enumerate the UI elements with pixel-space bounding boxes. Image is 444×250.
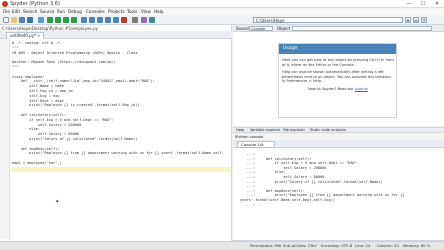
step-return-icon[interactable] [105, 17, 111, 23]
source-select[interactable]: Console [249, 26, 273, 31]
console-output[interactable]: ...: ...: def calcSalary(self): ...: if … [240, 152, 404, 207]
save-icon[interactable] [19, 17, 25, 23]
continue-icon[interactable] [113, 17, 119, 23]
status-column: Column: 20 [377, 243, 399, 248]
editor-tab-label: untitled0.py* [10, 33, 37, 38]
maximize-pane-icon[interactable] [132, 17, 138, 23]
step-icon[interactable] [89, 17, 95, 23]
status-eol: End-of-lines: CRLF [283, 243, 318, 248]
run-cell-advance-icon[interactable] [63, 17, 69, 23]
menu-help[interactable]: Help [154, 9, 164, 14]
menu-projects[interactable]: Projects [108, 9, 125, 14]
menu-file[interactable]: File [3, 9, 10, 14]
minimize-button[interactable]: — [402, 0, 416, 8]
tab-file-explorer[interactable]: File explorer [283, 127, 305, 133]
current-line-highlight [11, 167, 231, 172]
working-directory-input[interactable]: C:\Users\Hope [253, 17, 403, 23]
menu-consoles[interactable]: Consoles [86, 9, 105, 14]
usage-footer-text: New to Spyder? Read our [308, 86, 355, 91]
menu-source[interactable]: Source [40, 9, 54, 14]
status-memory: Memory: 60 % [403, 243, 431, 248]
title-bar: Spyder (Python 3.6) — ☐ ✕ [0, 0, 444, 8]
close-window-button[interactable]: ✕ [430, 0, 444, 8]
usage-paragraph: Help can also be shown automatically aft… [282, 70, 392, 84]
run-cell-icon[interactable] [55, 17, 61, 23]
browse-directory-button[interactable]: ▾ [405, 17, 411, 23]
code-line: ...: [240, 202, 256, 207]
tab-help[interactable]: Help [236, 127, 244, 133]
python-path-icon[interactable] [149, 17, 155, 23]
close-tab-icon[interactable]: ✕ [37, 33, 40, 39]
mouse-cursor-icon: ✦ [55, 199, 60, 205]
code-line: ...: print("Salary of {} calculated".for… [240, 179, 383, 184]
usage-heading: Usage [279, 44, 396, 54]
open-folder-icon[interactable] [11, 17, 17, 23]
menu-run[interactable]: Run [57, 9, 65, 14]
tab-variable-explorer[interactable]: Variable explorer [250, 127, 281, 133]
maximize-button[interactable]: ☐ [416, 0, 430, 8]
object-input[interactable] [292, 26, 432, 31]
preferences-icon[interactable] [141, 17, 147, 23]
stop-debug-icon[interactable] [121, 17, 127, 23]
editor-tab-untitled0[interactable]: untitled0.py* ✕ [6, 32, 44, 39]
status-line: Line: 24 [355, 243, 371, 248]
source-label: Source [236, 26, 250, 31]
step-into-icon[interactable] [97, 17, 103, 23]
usage-text: Here you can get help of any object by p… [282, 58, 394, 92]
window-title: Spyder (Python 3.6) [10, 1, 60, 7]
run-icon[interactable] [47, 17, 53, 23]
code-line: print("Employee {} from {} department wo… [12, 151, 225, 156]
new-file-icon[interactable] [3, 17, 9, 23]
save-all-icon[interactable] [27, 17, 33, 23]
print-icon[interactable] [38, 17, 44, 23]
object-label: Object [277, 26, 291, 31]
menu-bar [0, 8, 444, 15]
code-line: emp1 = employee("Sar",) [12, 160, 62, 165]
menu-search[interactable]: Search [23, 9, 37, 14]
debug-icon[interactable] [81, 17, 87, 23]
folder-icon[interactable]: ▭ [413, 17, 419, 23]
status-encoding: Encoding: UTF-8 [321, 243, 353, 248]
console-tab[interactable]: Console 1/A [237, 141, 275, 148]
menu-debug[interactable]: Debug [68, 9, 82, 14]
menu-view[interactable]: View [141, 9, 151, 14]
usage-paragraph: Here you can get help of any object by p… [282, 58, 394, 67]
usage-footer: New to Spyder? Read our tutorial [282, 87, 394, 92]
spyder-logo-icon [2, 1, 8, 7]
status-permissions: Permissions: RW [250, 243, 282, 248]
menu-tools[interactable]: Tools [127, 9, 137, 14]
run-selection-icon[interactable] [71, 17, 77, 23]
parent-directory-icon[interactable]: ↑ [421, 17, 427, 23]
menu-edit[interactable]: Edit [12, 9, 20, 14]
tab-static-code-analysis[interactable]: Static code analysis [310, 127, 346, 133]
code-editor[interactable]: # -*- coding: utf-8 -*- """ CB #05 - Objec… [12, 41, 224, 166]
line-number-gutter [0, 39, 10, 239]
tutorial-link[interactable]: tutorial [355, 87, 368, 91]
